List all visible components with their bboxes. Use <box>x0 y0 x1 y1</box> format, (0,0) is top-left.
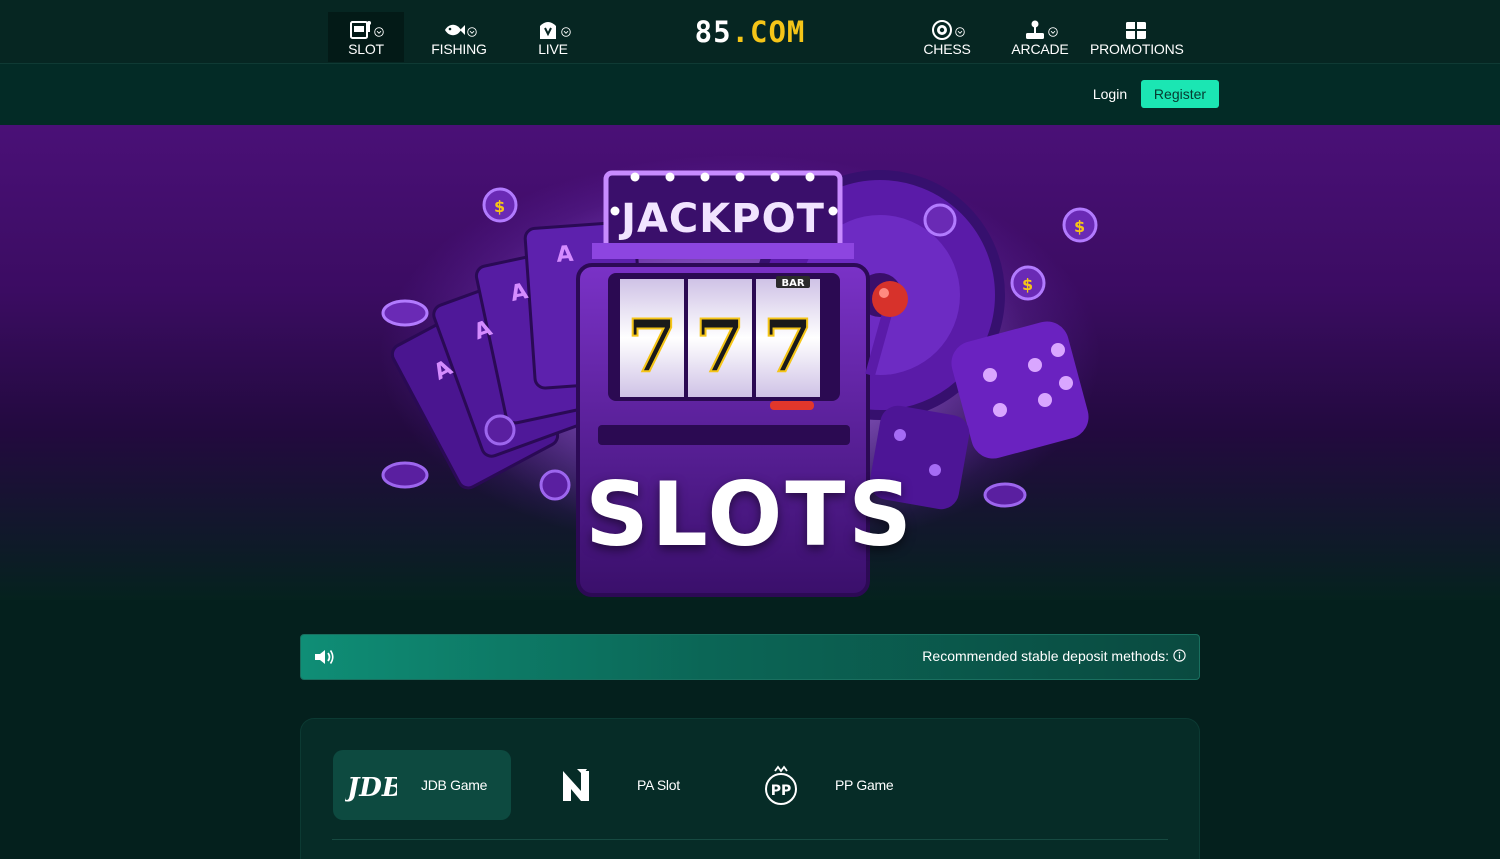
announcement-bar: Recommended stable deposit methods: <box>300 634 1200 680</box>
chevron-down-icon <box>1048 27 1058 37</box>
provider-name: PA Slot <box>637 777 680 793</box>
hero-banner: A A A A $ $ $ JACKPOT 7 7 7 BAR SLOTS <box>0 125 1500 600</box>
register-button[interactable]: Register <box>1141 80 1219 108</box>
reel-symbol-2: 7 <box>695 303 745 388</box>
jackpot-sign: JACKPOT <box>618 196 825 242</box>
nav-item-slot[interactable]: SLOT <box>328 12 404 62</box>
chevron-down-icon <box>561 27 571 37</box>
reel-bar-tag: BAR <box>781 278 804 289</box>
login-button[interactable]: Login <box>1085 80 1135 108</box>
chevron-down-icon <box>374 27 384 37</box>
site-logo[interactable]: 85.COM <box>680 14 820 50</box>
nav-label: SLOT <box>348 41 384 57</box>
nav-item-promotions[interactable]: PROMOTIONS <box>1090 12 1184 62</box>
nav-label: FISHING <box>431 41 487 57</box>
gift-icon <box>1126 22 1146 39</box>
fish-icon <box>445 24 465 36</box>
logo-accent-text: .COM <box>731 15 806 49</box>
nav-label: CHESS <box>923 41 971 57</box>
nav-item-arcade[interactable]: ARCADE <box>1002 12 1078 62</box>
nav-label: LIVE <box>538 41 568 57</box>
slot-machine-icon <box>350 21 371 39</box>
nav-item-chess[interactable]: CHESS <box>909 12 985 62</box>
hero-title: SLOTS <box>585 463 915 566</box>
auth-bar <box>0 64 1500 125</box>
pp-logo-icon: PP <box>765 765 797 805</box>
speaker-icon <box>315 650 334 664</box>
poker-chip-icon <box>932 20 952 40</box>
game-providers-panel: JDB JDB Game PA Slot PP PP Game <box>300 718 1200 859</box>
provider-name: PP Game <box>835 777 894 793</box>
chevron-down-icon <box>955 27 965 37</box>
nav-item-fishing[interactable]: FISHING <box>421 12 497 62</box>
divider <box>332 839 1168 840</box>
jdb-logo-icon: JDB <box>345 773 397 803</box>
pa-logo-icon <box>563 769 589 801</box>
provider-tab-pa[interactable]: PA Slot <box>541 750 711 820</box>
reel-symbol-1: 7 <box>627 303 677 388</box>
svg-text:A: A <box>556 242 575 268</box>
svg-text:$: $ <box>1074 217 1085 236</box>
reel-symbol-3: 7 <box>763 303 813 388</box>
joystick-icon <box>1026 20 1044 39</box>
top-navigation: SLOT FISHING LIVE 85.COM CHESS ARCADE PR… <box>0 0 1500 64</box>
svg-text:$: $ <box>494 197 505 216</box>
nav-item-live[interactable]: LIVE <box>515 12 591 62</box>
provider-tab-jdb[interactable]: JDB JDB Game <box>333 750 511 820</box>
chevron-down-icon <box>467 27 477 37</box>
live-dealer-icon <box>540 22 556 39</box>
provider-tab-pp[interactable]: PP PP Game <box>746 750 916 820</box>
nav-label: ARCADE <box>1011 41 1069 57</box>
deposit-notice-text: Recommended stable deposit methods: <box>922 648 1169 664</box>
svg-text:PP: PP <box>771 783 792 799</box>
svg-text:$: $ <box>1022 275 1033 294</box>
provider-name: JDB Game <box>421 777 488 793</box>
info-icon[interactable] <box>1173 649 1186 662</box>
nav-label: PROMOTIONS <box>1090 41 1184 57</box>
svg-text:JDB: JDB <box>345 773 397 803</box>
logo-main-text: 85 <box>694 15 732 49</box>
